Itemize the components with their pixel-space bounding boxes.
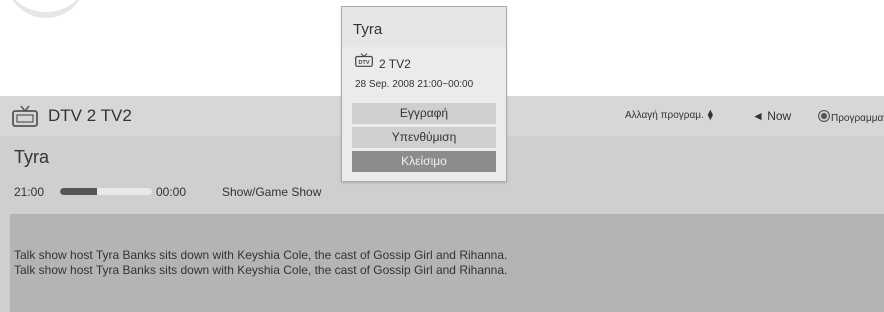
dtv-icon: DTV — [355, 53, 373, 67]
popup-channel: 2 TV2 — [379, 57, 411, 71]
start-time: 21:00 — [14, 185, 45, 199]
program-title: Tyra — [14, 147, 50, 167]
channel-label: DTV 2 TV2 — [48, 106, 132, 125]
program-progress-bar — [60, 188, 152, 195]
svg-text:DTV: DTV — [359, 60, 370, 66]
change-program-hint[interactable]: Αλλαγή προγραμ. ▲ ▼ — [625, 107, 715, 123]
program-genre: Show/Game Show — [222, 185, 322, 199]
popup-body: DTV 2 TV2 28 Sep. 2008 21:00~00:00 Εγγρα… — [342, 47, 506, 181]
red-button-icon — [818, 110, 830, 122]
change-program-label: Αλλαγή προγραμ. — [625, 110, 704, 121]
epg-screen: DTV 2 TV2 Αλλαγή προγραμ. ▲ ▼ ◄ Now Προγρα… — [0, 0, 884, 312]
up-down-arrows-icon: ▲ ▼ — [705, 107, 715, 123]
program-description: Talk show host Tyra Banks sits down with… — [10, 214, 884, 312]
program-options-popup: Tyra DTV 2 TV2 28 Sep. 2008 21:00~00:00 … — [341, 6, 507, 182]
end-time: 00:00 — [156, 185, 187, 199]
program-progress-fill — [60, 188, 97, 195]
popup-datetime: 28 Sep. 2008 21:00~00:00 — [355, 79, 474, 90]
reminder-button[interactable]: Υπενθύμιση — [352, 127, 496, 148]
schedule-label: Προγραμματισμός — [831, 113, 884, 124]
decorative-arc — [6, 0, 86, 18]
description-line: Talk show host Tyra Banks sits down with… — [14, 263, 508, 277]
tv-icon — [12, 105, 38, 127]
record-button[interactable]: Εγγραφή — [352, 103, 496, 124]
popup-header: Tyra — [342, 7, 506, 47]
schedule-hint[interactable]: Προγραμματισμός — [818, 110, 884, 124]
description-line: Talk show host Tyra Banks sits down with… — [14, 248, 508, 262]
popup-title: Tyra — [353, 21, 383, 38]
now-hint[interactable]: ◄ Now — [752, 109, 791, 123]
close-button[interactable]: Κλείσιμο — [352, 151, 496, 172]
